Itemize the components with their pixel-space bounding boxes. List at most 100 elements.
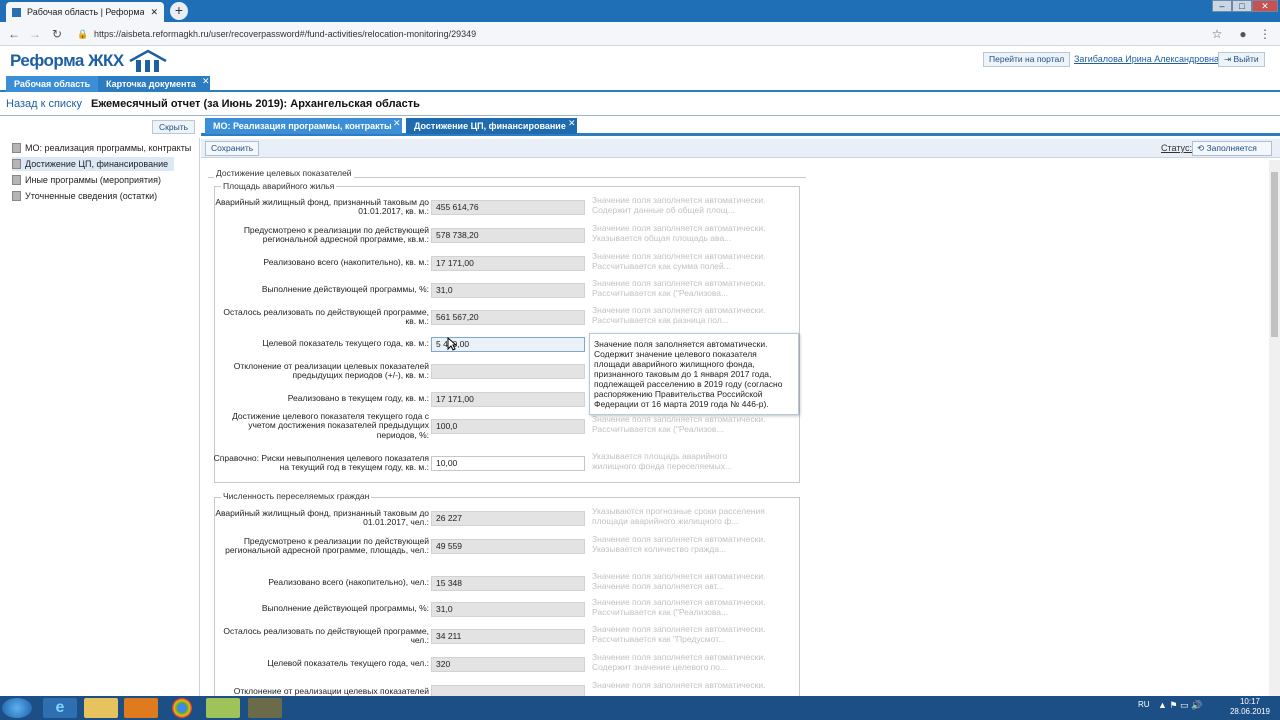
field-label: Выполнение действующей программы, %: [261, 284, 429, 295]
legend-targets: Достижение целевых показателей [214, 168, 354, 178]
field-hint: Рассчитывается как ("Реализова... [592, 608, 729, 617]
reload-icon[interactable]: ↻ [50, 27, 64, 41]
divider [0, 115, 1280, 116]
close-tab-icon[interactable]: ✕ [202, 73, 210, 89]
status-dropdown[interactable]: ⟲ Заполняется [1192, 141, 1272, 156]
close-window-button[interactable]: ✕ [1252, 0, 1278, 12]
tab-workspace[interactable]: Рабочая область [6, 76, 99, 92]
new-tab-button[interactable]: + [170, 2, 188, 20]
toolbar [201, 139, 1280, 158]
minimize-button[interactable]: – [1212, 0, 1232, 12]
field-hint: Значение поля заполняется автоматически. [592, 196, 766, 205]
field-hint: жилищного фонда переселяемых... [592, 462, 733, 471]
house-logo-icon [129, 49, 167, 72]
field-value-input[interactable]: 15 348 [431, 576, 585, 591]
form-area: Достижение целевых показателей Площадь а… [201, 160, 1269, 696]
back-to-list-link[interactable]: Назад к списку [6, 98, 82, 110]
browser-tab[interactable]: Рабочая область | Реформа ЖК ✕ [6, 2, 164, 22]
url-field[interactable]: https://aisbeta.reformagkh.ru/user/recov… [94, 29, 476, 39]
field-hint: Содержит значение целевого по... [592, 663, 728, 672]
document-icon [12, 191, 21, 201]
clock-date: 28.06.2019 [1229, 707, 1271, 716]
save-button[interactable]: Сохранить [205, 141, 260, 156]
sidebar-item-mo-program[interactable]: МО: реализация программы, контракты [12, 141, 197, 155]
close-tab-icon[interactable]: ✕ [393, 115, 401, 131]
field-value-input[interactable]: 49 559 [431, 539, 585, 554]
field-value-input[interactable]: 17 171,00 [431, 392, 585, 407]
field-hint: Значение поля заполняется автоматически. [592, 653, 766, 662]
tray-clock[interactable]: 10:17 28.06.2019 [1222, 697, 1278, 717]
field-hint: Значение поля заполняется автоматически. [592, 306, 766, 315]
ie-icon[interactable]: e [43, 698, 77, 718]
field-value-input[interactable]: 31,0 [431, 602, 585, 617]
field-value-input[interactable]: 578 738,20 [431, 228, 585, 243]
field-value-input[interactable] [431, 685, 585, 696]
tab-mo-program[interactable]: МО: Реализация программы, контракты ✕ [205, 118, 402, 134]
menu-dots-icon[interactable]: ⋮ [1258, 27, 1272, 41]
app-icon[interactable] [206, 698, 240, 718]
browser-tab-title: Рабочая область | Реформа ЖК [27, 7, 145, 17]
tab-label: МО: Реализация программы, контракты [213, 121, 392, 131]
field-value-input[interactable] [431, 364, 585, 379]
app-icon-2[interactable] [248, 698, 282, 718]
field-hint: Рассчитывается как сумма полей... [592, 262, 731, 271]
hide-sidebar-button[interactable]: Скрыть [152, 120, 196, 134]
favicon-icon [12, 7, 21, 17]
field-value-input[interactable]: 561 567,20 [431, 310, 585, 325]
sidebar-item-other-programs[interactable]: Иные программы (мероприятия) [12, 173, 167, 187]
sidebar-item-refined-data[interactable]: Уточненные сведения (остатки) [12, 189, 163, 203]
field-value-input[interactable]: 31,0 [431, 283, 585, 298]
field-hint: Значение поля заполняется автоматически. [592, 598, 766, 607]
field-value-input[interactable]: 320 [431, 657, 585, 672]
start-button-icon[interactable] [2, 698, 32, 718]
field-hint: Значение поля заполняется автоматически. [592, 224, 766, 233]
sidebar-item-label: Достижение ЦП, финансирование [25, 159, 169, 169]
field-hint: Указываются прогнозные сроки расселения [592, 507, 765, 516]
field-hint: Указывается количество гражда... [592, 545, 727, 554]
profile-icon[interactable]: ● [1236, 27, 1250, 41]
back-arrow-icon[interactable]: ← [7, 27, 21, 41]
field-hint: Значение поля заполняется автоматически. [592, 279, 766, 288]
maximize-button[interactable]: □ [1232, 0, 1252, 12]
tray-icons[interactable]: ▲ ⚑ ▭ 🔊 [1158, 700, 1202, 711]
field-value-input[interactable]: 455 614,76 [431, 200, 585, 215]
clock-time: 10:17 [1239, 697, 1261, 706]
browser-title-bar [0, 0, 1280, 22]
field-label: Осталось реализовать по действующей прог… [223, 306, 429, 326]
forward-arrow-icon[interactable]: → [28, 27, 42, 41]
field-value-input[interactable]: 100,0 [431, 419, 585, 434]
field-label: Отклонение от реализации целевых показат… [233, 686, 429, 696]
field-value-input[interactable]: 26 227 [431, 511, 585, 526]
field-value-input[interactable]: 34 211 [431, 629, 585, 644]
user-name-link[interactable]: Загибалова Ирина Александровна [1074, 54, 1219, 64]
field-label: Отклонение от реализации целевых показат… [233, 360, 429, 380]
legend-emergency-area: Площадь аварийного жилья [221, 181, 337, 191]
bookmark-star-icon[interactable]: ☆ [1210, 27, 1224, 41]
status-label[interactable]: Статус: [1161, 143, 1192, 153]
field-hint: Рассчитывается как "Предусмот... [592, 635, 726, 644]
logout-button[interactable]: ⇥ Выйти [1218, 52, 1265, 67]
tab-document-card[interactable]: Карточка документа ✕ [98, 76, 210, 92]
sidebar-item-label: Уточненные сведения (остатки) [25, 191, 158, 201]
media-player-icon[interactable] [124, 698, 158, 718]
go-to-portal-button[interactable]: Перейти на портал [983, 52, 1071, 67]
close-tab-icon[interactable]: ✕ [568, 115, 576, 131]
document-icon [12, 159, 21, 169]
field-label: Выполнение действующей программы, %: [261, 603, 429, 614]
tab-target-achievement[interactable]: Достижение ЦП, финансирование ✕ [406, 118, 577, 134]
field-value-input[interactable]: 10,00 [431, 456, 585, 471]
field-value-input[interactable]: 17 171,00 [431, 256, 585, 271]
field-hint: Значение поля заполняется автоматически. [592, 252, 766, 261]
sidebar-item-target-achievement[interactable]: Достижение ЦП, финансирование [12, 157, 175, 171]
tray-language[interactable]: RU [1138, 700, 1150, 709]
field-hint: Значение поля заполняется автоматически. [592, 415, 766, 424]
sidebar [0, 138, 200, 696]
document-icon [12, 143, 21, 153]
logout-label: Выйти [1233, 54, 1259, 64]
chrome-icon[interactable] [172, 698, 192, 718]
logo: Реформа ЖКХ [10, 48, 168, 74]
close-tab-icon[interactable]: ✕ [150, 7, 158, 18]
explorer-folder-icon[interactable] [84, 698, 118, 718]
lock-icon: 🔒 [77, 29, 89, 39]
scrollbar-thumb[interactable] [1271, 172, 1278, 337]
